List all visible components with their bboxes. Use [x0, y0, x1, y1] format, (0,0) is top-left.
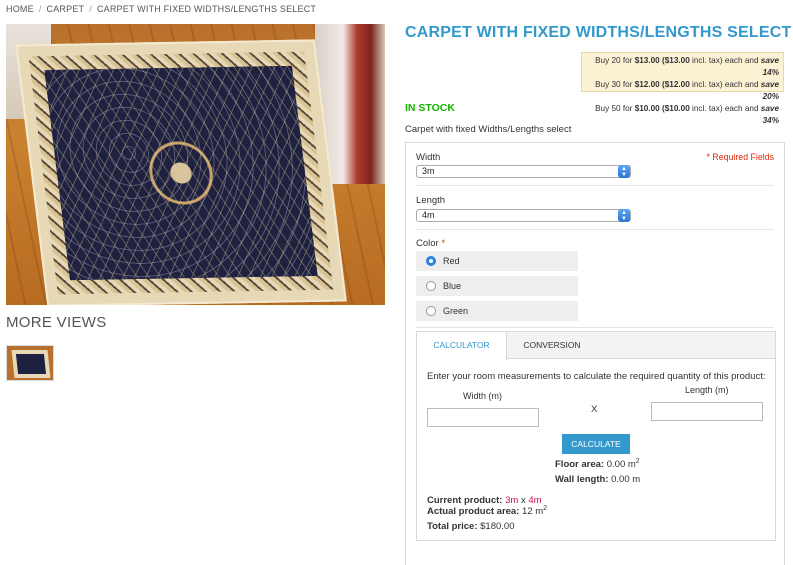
- current-product-label: Current product:: [427, 495, 503, 506]
- tier-text: Buy 50 for: [595, 104, 635, 113]
- breadcrumb-separator: /: [89, 4, 92, 14]
- tier-price: $12.00 ($12.00: [634, 80, 690, 89]
- current-product-line: Current product: 3m x 4m: [427, 495, 542, 506]
- radio-unchecked-icon[interactable]: [426, 306, 436, 316]
- divider: [416, 327, 774, 328]
- carpet-field: [44, 65, 318, 281]
- tier-save: save 34%: [760, 104, 779, 125]
- tier-text: incl. tax) each and: [689, 80, 761, 89]
- current-times: x: [518, 495, 529, 506]
- radio-unchecked-icon[interactable]: [426, 281, 436, 291]
- wall-length-result: Wall length: 0.00 m: [555, 474, 640, 485]
- tab-conversion[interactable]: CONVERSION: [507, 332, 597, 359]
- wall-length-label: Wall length:: [555, 474, 609, 485]
- squared-superscript: 2: [635, 457, 640, 465]
- tab-calculator[interactable]: CALCULATOR: [417, 332, 507, 360]
- length-label: Length: [416, 195, 446, 206]
- tier-price-row: Buy 30 for $12.00 ($12.00 incl. tax) eac…: [586, 79, 779, 103]
- breadcrumb-carpet[interactable]: CARPET: [47, 4, 85, 14]
- width-label: Width: [416, 152, 441, 163]
- color-label-text: Color: [416, 238, 439, 249]
- required-fields-note: * Required Fields: [706, 152, 774, 162]
- tier-price-row: Buy 20 for $13.00 ($13.00 incl. tax) eac…: [586, 55, 779, 79]
- tier-text: incl. tax) each and: [689, 56, 761, 65]
- floor-area-value: 0.00 m: [606, 459, 636, 470]
- room-width-input[interactable]: [427, 408, 539, 427]
- radio-checked-icon[interactable]: [426, 256, 436, 266]
- required-star: *: [441, 238, 446, 249]
- divider: [416, 229, 774, 230]
- tier-save: save 14%: [760, 56, 779, 77]
- product-thumbnail[interactable]: [6, 345, 54, 381]
- total-price-line: Total price: $180.00: [427, 521, 514, 532]
- divider: [416, 185, 774, 186]
- width-select[interactable]: 3m ▲ ▼: [416, 165, 631, 178]
- width-m-label: Width (m): [463, 391, 502, 401]
- product-title: CARPET WITH FIXED WIDTHS/LENGTHS SELECT: [405, 24, 792, 41]
- total-price-label: Total price:: [427, 521, 478, 532]
- more-views-heading: MORE VIEWS: [6, 314, 107, 331]
- current-length: 4m: [528, 495, 542, 506]
- breadcrumb-separator: /: [38, 4, 42, 14]
- actual-area-line: Actual product area: 12 m2: [427, 504, 548, 517]
- calculate-button[interactable]: CALCULATE: [562, 434, 630, 454]
- color-option-red[interactable]: Red: [416, 251, 578, 271]
- total-price-value: $180.00: [480, 521, 515, 532]
- tier-text: Buy 30 for: [595, 80, 635, 89]
- calculator-intro: Enter your room measurements to calculat…: [427, 371, 766, 382]
- actual-area-value: 12 m: [522, 506, 544, 517]
- product-options-panel: Width * Required Fields 3m ▲ ▼ Length 4m …: [405, 142, 785, 565]
- product-short-description: Carpet with fixed Widths/Lengths select: [405, 124, 572, 135]
- breadcrumb: HOME / CARPET / CARPET WITH FIXED WIDTHS/LEN…: [6, 4, 316, 14]
- length-m-label: Length (m): [685, 385, 729, 395]
- floor-area-result: Floor area: 0.00 m2: [555, 457, 640, 470]
- width-select-value: 3m: [422, 166, 435, 176]
- tier-price: $13.00 ($13.00: [634, 56, 690, 65]
- calculator-box: CALCULATOR CONVERSION Enter your room me…: [416, 331, 776, 541]
- room-length-input[interactable]: [651, 402, 763, 421]
- tier-save: save 20%: [760, 80, 779, 101]
- color-option-blue[interactable]: Blue: [416, 276, 578, 296]
- color-option-green[interactable]: Green: [416, 301, 578, 321]
- floor-area-label: Floor area:: [555, 459, 605, 470]
- tier-text: Buy 20 for: [595, 56, 635, 65]
- squared-superscript: 2: [543, 504, 548, 512]
- tier-text: incl. tax) each and: [689, 104, 761, 113]
- breadcrumb-home[interactable]: HOME: [6, 4, 34, 14]
- calculator-tabs: CALCULATOR CONVERSION: [417, 332, 775, 360]
- color-option-label: Blue: [443, 281, 462, 291]
- product-main-image[interactable]: [6, 24, 385, 305]
- current-width: 3m: [505, 495, 519, 506]
- tier-price-row: Buy 50 for $10.00 ($10.00 incl. tax) eac…: [586, 103, 779, 127]
- length-select-value: 4m: [422, 210, 435, 220]
- carpet-image: [15, 39, 347, 305]
- color-option-label: Green: [443, 306, 469, 316]
- select-arrows-icon: ▲ ▼: [618, 165, 630, 178]
- breadcrumb-current: CARPET WITH FIXED WIDTHS/LENGTHS SELECT: [96, 4, 317, 14]
- thumbnail-carpet: [11, 350, 51, 378]
- stock-status: IN STOCK: [405, 102, 455, 114]
- length-select[interactable]: 4m ▲ ▼: [416, 209, 631, 222]
- actual-area-label: Actual product area:: [427, 506, 520, 517]
- tier-price-box: Buy 20 for $13.00 ($13.00 incl. tax) eac…: [581, 52, 784, 125]
- color-option-label: Red: [443, 256, 460, 266]
- tier-price: $10.00 ($10.00: [634, 104, 690, 113]
- select-arrows-icon: ▲ ▼: [618, 209, 630, 222]
- color-label: Color *: [416, 238, 445, 249]
- wall-length-value: 0.00 m: [611, 474, 641, 485]
- times-symbol: X: [591, 404, 598, 415]
